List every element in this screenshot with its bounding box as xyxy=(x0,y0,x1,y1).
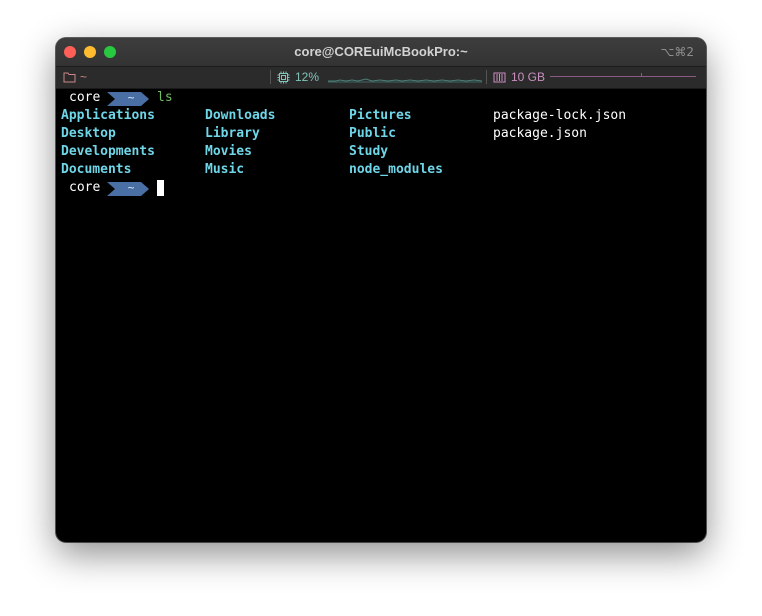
list-item: package.json xyxy=(493,126,587,141)
window-title: core@COREuiMcBookPro:~ xyxy=(294,44,468,59)
list-item: Applications xyxy=(61,108,155,123)
list-item: Music xyxy=(205,162,245,177)
prompt-line[interactable]: core ~ xyxy=(61,179,701,197)
prompt-path: ~ xyxy=(127,181,135,194)
cpu-usage: 12% xyxy=(295,70,320,84)
list-item: Public xyxy=(349,126,396,141)
text-cursor[interactable] xyxy=(157,180,164,196)
list-item: node_modules xyxy=(349,162,443,177)
terminal-window: core@COREuiMcBookPro:~ ⌥⌘2 ~ 12% 10 GB c… xyxy=(56,38,706,542)
memory-graph-tick xyxy=(641,73,642,77)
listing-row: Documents Music node_modules xyxy=(61,161,701,179)
window-shortcut: ⌥⌘2 xyxy=(660,45,694,59)
status-bar: ~ 12% 10 GB xyxy=(56,67,706,89)
listing-row: Desktop Library Public package.json xyxy=(61,125,701,143)
memory-usage: 10 GB xyxy=(511,70,546,84)
terminal-output[interactable]: core ~ ls Applications Downloads Picture… xyxy=(61,89,701,539)
status-directory: ~ xyxy=(80,70,88,84)
list-item: Desktop xyxy=(61,126,116,141)
prompt-user: core xyxy=(69,180,101,195)
list-item: Study xyxy=(349,144,389,159)
memory-icon xyxy=(493,72,506,83)
status-divider xyxy=(486,70,487,84)
command-text: ls xyxy=(157,90,173,105)
folder-icon xyxy=(63,72,76,83)
title-bar[interactable]: core@COREuiMcBookPro:~ ⌥⌘2 xyxy=(56,38,706,67)
listing-row: Applications Downloads Pictures package-… xyxy=(61,107,701,125)
prompt-user: core xyxy=(69,90,101,105)
list-item: Pictures xyxy=(349,108,412,123)
list-item: package-lock.json xyxy=(493,108,627,123)
prompt-path: ~ xyxy=(127,91,135,104)
prompt-line: core ~ ls xyxy=(61,89,701,107)
status-divider xyxy=(270,70,271,84)
list-item: Movies xyxy=(205,144,252,159)
listing-row: Developments Movies Study xyxy=(61,143,701,161)
cpu-icon xyxy=(277,71,290,84)
list-item: Library xyxy=(205,126,260,141)
list-item: Developments xyxy=(61,144,155,159)
list-item: Documents xyxy=(61,162,132,177)
cpu-sparkline xyxy=(328,78,482,83)
list-item: Downloads xyxy=(205,108,276,123)
memory-graph xyxy=(550,76,696,77)
